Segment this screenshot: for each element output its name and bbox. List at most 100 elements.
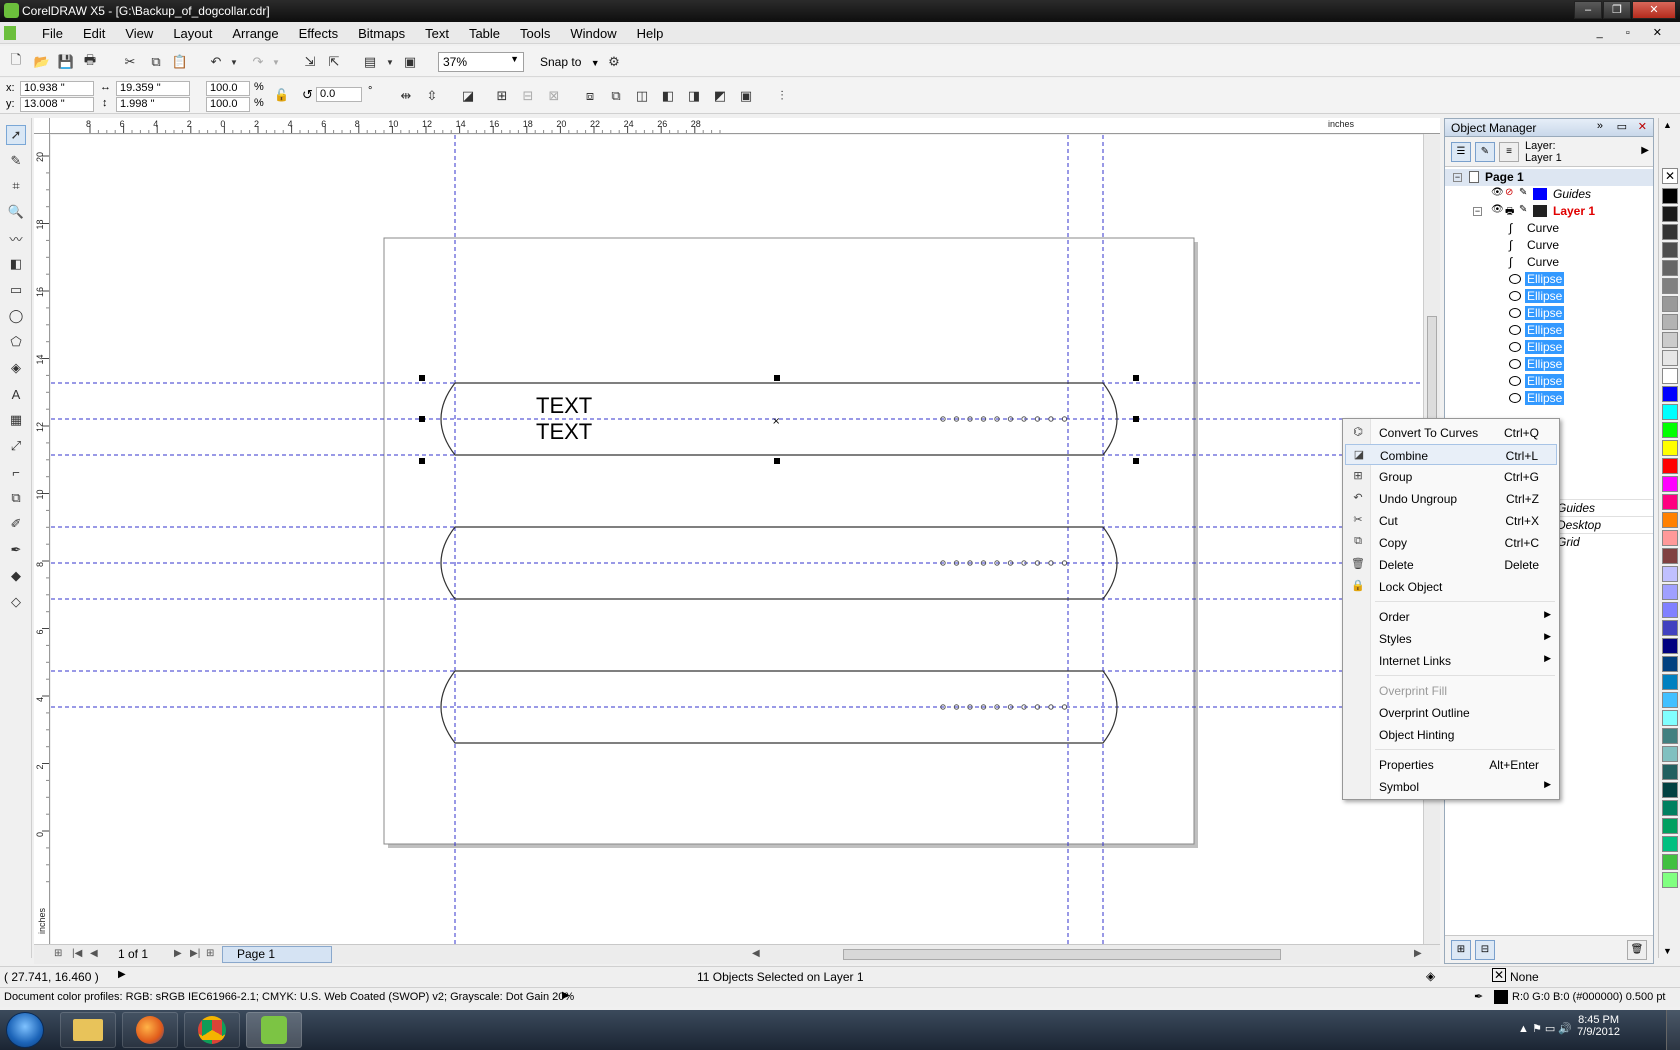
chrome-taskbar-icon[interactable] bbox=[184, 1012, 240, 1048]
close-docker-icon[interactable]: ✕ bbox=[1638, 120, 1647, 133]
tree-guides-layer[interactable]: 👁 ⊘ ✎ Guides bbox=[1445, 186, 1653, 203]
handle-left[interactable] bbox=[419, 416, 425, 422]
color-swatch[interactable] bbox=[1662, 188, 1678, 204]
no-print-icon[interactable]: ⊘ bbox=[1505, 187, 1513, 198]
color-swatch[interactable] bbox=[1662, 404, 1678, 420]
lock-ratio-icon[interactable]: 🔓 bbox=[274, 88, 289, 102]
tree-ellipse-item[interactable]: Ellipse bbox=[1445, 288, 1653, 305]
align-distribute-icon[interactable]: ⫶ bbox=[774, 88, 790, 104]
drawing-canvas[interactable]: TEXT TEXT × bbox=[51, 135, 1423, 944]
scale-height-field[interactable]: 100.0 bbox=[206, 97, 250, 112]
welcome-screen-icon[interactable]: ▣ bbox=[402, 54, 418, 70]
ungroup-all-icon[interactable]: ⊠ bbox=[546, 88, 562, 104]
connector-tool-icon[interactable]: ⌐ bbox=[6, 462, 26, 482]
tree-ellipse-item[interactable]: Ellipse bbox=[1445, 356, 1653, 373]
basic-shapes-tool-icon[interactable]: ◈ bbox=[6, 358, 26, 378]
color-swatch[interactable] bbox=[1662, 710, 1678, 726]
scale-width-field[interactable]: 100.0 bbox=[206, 81, 250, 96]
blend-tool-icon[interactable]: ⧉ bbox=[6, 488, 26, 508]
launcher-dropdown-icon[interactable]: ▼ bbox=[382, 54, 398, 70]
coreldraw-taskbar-icon[interactable] bbox=[246, 1012, 302, 1048]
add-page-icon[interactable]: ⊞ bbox=[54, 948, 62, 959]
tree-ellipse-item[interactable]: Ellipse bbox=[1445, 305, 1653, 322]
front-minus-back-icon[interactable]: ◨ bbox=[686, 88, 702, 104]
save-icon[interactable]: 💾 bbox=[58, 54, 74, 70]
color-swatch[interactable] bbox=[1662, 278, 1678, 294]
first-page-icon[interactable]: |◀ bbox=[72, 948, 82, 959]
tree-curve-item[interactable]: ∫ Curve bbox=[1445, 220, 1653, 237]
intersect-icon[interactable]: ◫ bbox=[634, 88, 650, 104]
firefox-taskbar-icon[interactable] bbox=[122, 1012, 178, 1048]
undo-icon[interactable]: ↶ bbox=[208, 54, 224, 70]
menu-item-convert-to-curves[interactable]: ⌬ Convert To Curves Ctrl+Q bbox=[1345, 422, 1557, 443]
menu-text[interactable]: Text bbox=[415, 26, 459, 41]
close-button[interactable]: ✕ bbox=[1632, 1, 1676, 19]
color-swatch[interactable] bbox=[1662, 836, 1678, 852]
menu-item-symbol[interactable]: Symbol ▶ bbox=[1345, 776, 1557, 797]
menu-effects[interactable]: Effects bbox=[289, 26, 349, 41]
palette-scroll-down-icon[interactable]: ▼ bbox=[1663, 946, 1672, 956]
ellipse-tool-icon[interactable]: ◯ bbox=[6, 306, 26, 326]
minimize-docker-icon[interactable]: ▭ bbox=[1617, 120, 1627, 133]
redo-dropdown-icon[interactable]: ▼ bbox=[268, 54, 284, 70]
combine-icon[interactable]: ◪ bbox=[460, 88, 476, 104]
tree-curve-item[interactable]: ∫ Curve bbox=[1445, 237, 1653, 254]
docker-menu-arrow-icon[interactable]: ▶ bbox=[1641, 145, 1649, 156]
vertical-ruler[interactable]: 20181614121086420inches bbox=[34, 134, 50, 944]
color-swatch[interactable] bbox=[1662, 476, 1678, 492]
ruler-origin[interactable] bbox=[34, 118, 50, 134]
export-icon[interactable]: ⇱ bbox=[326, 54, 342, 70]
new-layer-icon[interactable]: ⊞ bbox=[1451, 940, 1471, 960]
color-swatch[interactable] bbox=[1662, 548, 1678, 564]
eye-icon[interactable]: 👁 bbox=[1491, 204, 1504, 215]
delete-layer-icon[interactable]: 🗑 bbox=[1627, 940, 1647, 960]
scroll-right-icon[interactable]: ▶ bbox=[1414, 948, 1422, 959]
menu-arrange[interactable]: Arrange bbox=[222, 26, 288, 41]
menu-item-delete[interactable]: 🗑 Delete Delete bbox=[1345, 554, 1557, 575]
freehand-tool-icon[interactable]: 〰 bbox=[6, 228, 26, 248]
menu-view[interactable]: View bbox=[115, 26, 163, 41]
color-swatch[interactable] bbox=[1662, 422, 1678, 438]
tree-ellipse-item[interactable]: Ellipse bbox=[1445, 339, 1653, 356]
palette-scroll-up-icon[interactable]: ▲ bbox=[1663, 120, 1672, 130]
previous-page-icon[interactable]: ◀ bbox=[90, 948, 98, 959]
menu-file[interactable]: File bbox=[32, 26, 73, 41]
horizontal-scrollbar-thumb[interactable] bbox=[843, 949, 1281, 960]
color-swatch[interactable] bbox=[1662, 332, 1678, 348]
menu-item-combine[interactable]: ◪ Combine Ctrl+L bbox=[1345, 444, 1557, 465]
color-swatch[interactable] bbox=[1662, 692, 1678, 708]
rotation-field[interactable]: 0.0 bbox=[316, 87, 362, 102]
shape-tool-icon[interactable]: ✎ bbox=[6, 151, 26, 171]
color-swatch[interactable] bbox=[1662, 206, 1678, 222]
print-icon[interactable]: 🖶 bbox=[82, 52, 98, 70]
handle-bottom[interactable] bbox=[774, 458, 780, 464]
options-icon[interactable]: ⚙ bbox=[606, 54, 622, 70]
color-swatch[interactable] bbox=[1662, 566, 1678, 582]
handle-top-right[interactable] bbox=[1133, 375, 1139, 381]
color-swatch[interactable] bbox=[1662, 872, 1678, 888]
menu-item-properties[interactable]: Properties Alt+Enter bbox=[1345, 754, 1557, 775]
color-swatch[interactable] bbox=[1662, 458, 1678, 474]
color-swatch[interactable] bbox=[1662, 512, 1678, 528]
menu-item-overprint-outline[interactable]: Overprint Outline bbox=[1345, 702, 1557, 723]
interactive-fill-tool-icon[interactable]: ◇ bbox=[6, 592, 26, 612]
outline-pen-icon[interactable]: ✒ bbox=[1474, 990, 1483, 1003]
menu-help[interactable]: Help bbox=[627, 26, 674, 41]
handle-bottom-right[interactable] bbox=[1133, 458, 1139, 464]
show-desktop-button[interactable] bbox=[1666, 1010, 1680, 1050]
tree-curve-item[interactable]: ∫ Curve bbox=[1445, 254, 1653, 271]
color-swatch[interactable] bbox=[1662, 296, 1678, 312]
x-position-field[interactable]: 10.938 " bbox=[20, 81, 94, 96]
no-color-swatch[interactable]: ✕ bbox=[1662, 168, 1678, 184]
expand-arrow-icon[interactable]: ▶ bbox=[118, 969, 126, 980]
menu-item-object-hinting[interactable]: Object Hinting bbox=[1345, 724, 1557, 745]
layer-color-swatch[interactable] bbox=[1533, 188, 1547, 200]
clock[interactable]: 8:45 PM 7/9/2012 bbox=[1577, 1014, 1620, 1038]
redo-icon[interactable]: ↷ bbox=[250, 54, 266, 70]
menu-table[interactable]: Table bbox=[459, 26, 510, 41]
color-swatch[interactable] bbox=[1662, 602, 1678, 618]
new-master-layer-icon[interactable]: ⊟ bbox=[1475, 940, 1495, 960]
tab-page-1[interactable]: Page 1 bbox=[222, 946, 332, 963]
width-field[interactable]: 19.359 " bbox=[116, 81, 190, 96]
color-swatch[interactable] bbox=[1662, 746, 1678, 762]
